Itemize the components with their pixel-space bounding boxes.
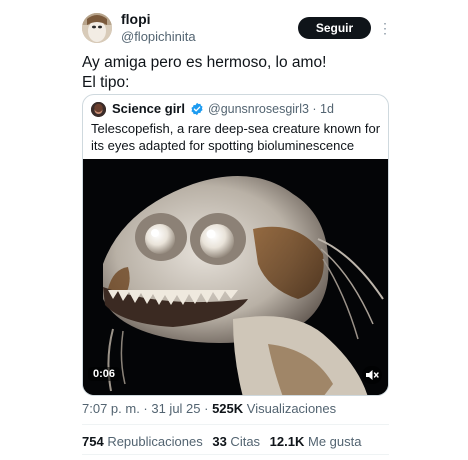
views-count: 525K (212, 401, 244, 416)
quotes-stat[interactable]: 33 Citas (212, 434, 260, 449)
quote-handle-time[interactable]: @gunsnrosesgirl3 · 1d (208, 102, 334, 116)
quotes-label: Citas (226, 434, 261, 449)
reposts-stat[interactable]: 754 Republicaciones (82, 434, 203, 449)
likes-count: 12.1K (269, 434, 305, 449)
quoted-tweet[interactable]: Science girl @gunsnrosesgirl3 · 1d Teles… (82, 94, 389, 396)
verified-badge-icon (191, 102, 203, 116)
more-dots-icon[interactable]: ⋮ (378, 17, 392, 39)
reposts-label: Republicaciones (103, 434, 203, 449)
tweet-text-line: El tipo: (82, 74, 130, 91)
avatar-image (82, 13, 112, 43)
quote-author-name[interactable]: Science girl (112, 101, 185, 116)
likes-stat[interactable]: 12.1K Me gusta (270, 434, 362, 449)
tweet: flopi @flopichinita Seguir ⋮ Ay amiga pe… (0, 0, 468, 460)
quote-avatar[interactable] (91, 102, 106, 117)
likes-label: Me gusta (304, 434, 362, 449)
author-name[interactable]: flopi (121, 11, 151, 27)
author-handle[interactable]: @flopichinita (121, 29, 196, 44)
tweet-text-line: Ay amiga pero es hermoso, lo amo! (82, 54, 327, 71)
divider (82, 454, 389, 455)
quote-text: Telescopefish, a rare deep-sea creature … (91, 120, 386, 154)
video-player[interactable]: 0:06 (83, 159, 388, 395)
quote-text-line: its eyes adapted for spotting biolumines… (91, 138, 355, 153)
quotes-count: 33 (212, 434, 227, 449)
speaker-muted-glyph (366, 370, 379, 380)
divider (82, 424, 389, 425)
tweet-meta: 7:07 p. m. · 31 jul 25 · 525K Visualizac… (82, 401, 336, 416)
views-label: Visualizaciones (243, 401, 337, 416)
quote-avatar-image (91, 102, 106, 117)
quote-text-line: Telescopefish, a rare deep-sea creature … (91, 121, 381, 136)
avatar[interactable] (82, 13, 112, 43)
reposts-count: 754 (82, 434, 104, 449)
speaker-muted-icon[interactable] (362, 366, 382, 384)
video-duration: 0:06 (88, 367, 121, 381)
timestamp[interactable]: 7:07 p. m. · 31 jul 25 · (82, 401, 212, 416)
follow-button[interactable]: Seguir (298, 17, 371, 39)
tweet-text: Ay amiga pero es hermoso, lo amo! El tip… (82, 53, 382, 93)
video-frame-telescopefish (83, 159, 388, 395)
tweet-stats: 754 Republicaciones 33 Citas 12.1K Me gu… (82, 434, 367, 449)
